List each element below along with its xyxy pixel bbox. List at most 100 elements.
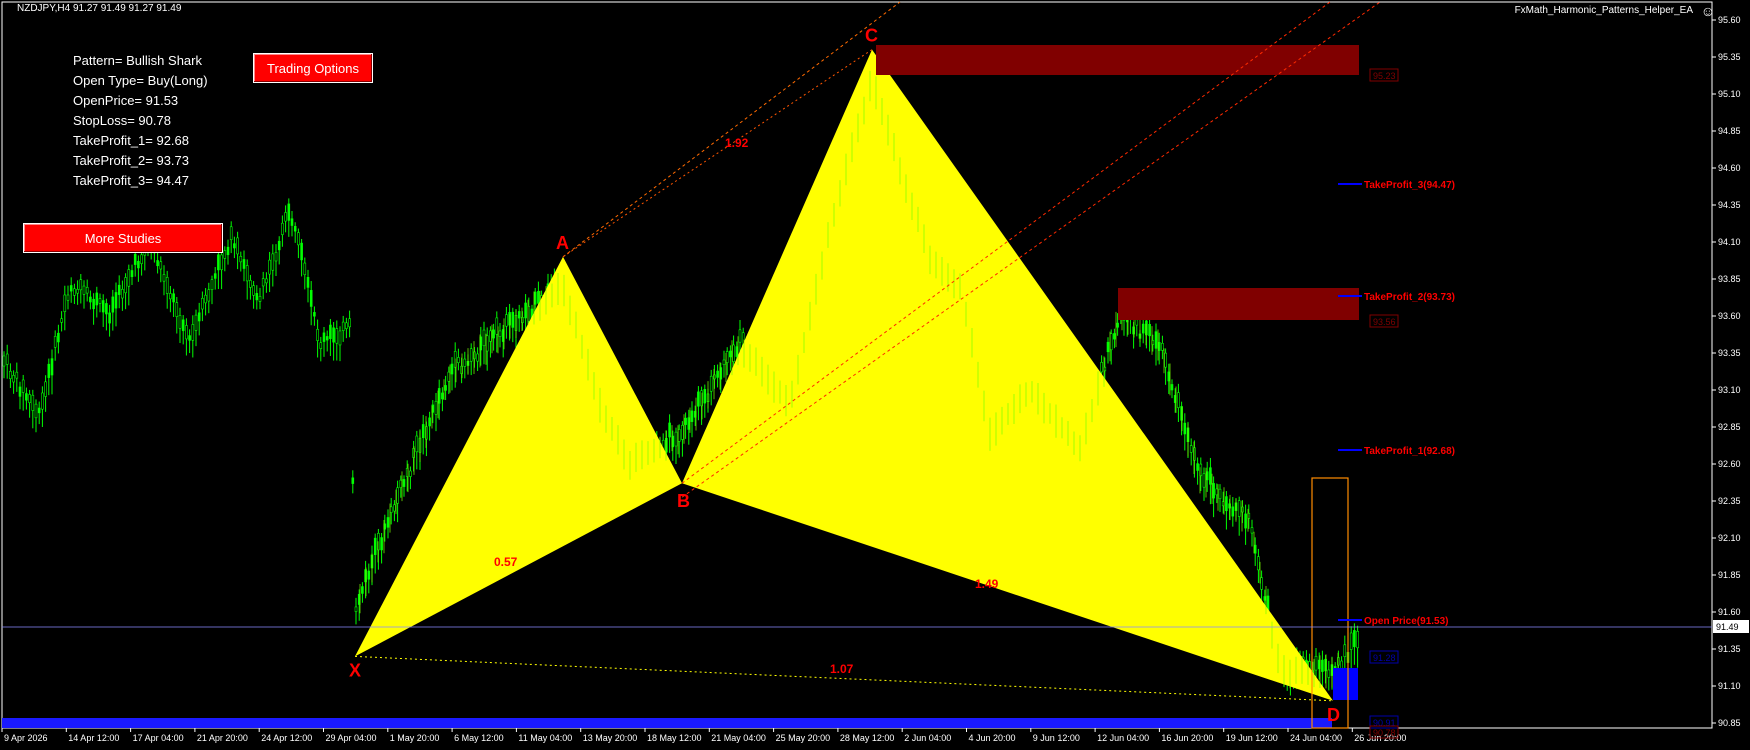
candle-body — [396, 487, 399, 504]
candle-body — [277, 240, 281, 251]
candle-body — [172, 293, 175, 303]
candle-body — [329, 324, 332, 339]
time-tick-label: 14 Apr 12:00 — [68, 733, 119, 743]
candle-body — [66, 294, 70, 301]
candle-body — [217, 254, 220, 271]
candle-body — [1170, 384, 1174, 391]
candle-body — [732, 344, 735, 362]
candle-body — [265, 278, 268, 284]
candle-body — [1164, 352, 1167, 368]
candle-body — [684, 417, 687, 425]
price-tick-label: 94.10 — [1718, 237, 1741, 247]
candle-body — [444, 385, 447, 391]
candle-body — [681, 425, 684, 440]
candle-body — [60, 318, 63, 323]
price-tick-label: 95.10 — [1718, 89, 1741, 99]
candle-body — [89, 296, 92, 303]
candle-body — [117, 284, 121, 295]
candle-body — [1209, 467, 1212, 485]
candle-body — [319, 342, 323, 349]
candle-body — [162, 274, 166, 282]
candle-body — [1183, 422, 1187, 435]
candle-body — [457, 357, 460, 363]
candle-body — [415, 435, 419, 453]
candle-body — [226, 246, 230, 256]
candle-body — [191, 324, 195, 341]
candle-body — [463, 358, 467, 367]
candle-body — [271, 253, 275, 271]
ratio-xd: 1.07 — [830, 662, 854, 676]
time-tick-label: 18 May 12:00 — [647, 733, 702, 743]
candle-body — [1177, 392, 1180, 408]
candle-body — [367, 570, 371, 580]
candle-body — [1343, 644, 1347, 657]
candle-body — [441, 392, 444, 400]
candle-body — [9, 370, 12, 379]
candle-body — [386, 517, 390, 528]
candle-body — [300, 242, 303, 261]
buy-box-blue — [1333, 668, 1358, 700]
open-price: OpenPrice= 91.53 — [73, 93, 179, 108]
candle-body — [489, 330, 492, 342]
candle-body — [498, 330, 502, 337]
candle-body — [95, 292, 99, 306]
candle-body — [31, 394, 35, 411]
level-label-tp3: TakeProfit_3(94.47) — [1364, 180, 1455, 191]
time-tick-label: 19 Jun 12:00 — [1226, 733, 1278, 743]
candle-body — [322, 332, 326, 342]
candle-body — [428, 417, 431, 427]
candle-body — [338, 330, 342, 346]
candle-body — [165, 277, 169, 294]
time-tick-label: 9 Jun 12:00 — [1033, 733, 1080, 743]
time-tick-label: 29 Apr 04:00 — [326, 733, 377, 743]
time-tick-label: 21 Apr 20:00 — [197, 733, 248, 743]
candle-body — [242, 259, 246, 269]
time-tick-label: 13 May 20:00 — [583, 733, 638, 743]
candle-body — [1196, 463, 1199, 471]
candle-body — [1327, 669, 1331, 678]
candle-body — [393, 504, 396, 512]
candle-body — [76, 289, 79, 294]
ratio-xb: 0.57 — [494, 555, 518, 569]
time-tick-label: 28 May 12:00 — [840, 733, 895, 743]
candle-body — [1141, 323, 1145, 334]
trading-options-button[interactable]: Trading Options — [253, 53, 373, 83]
candle-body — [249, 280, 252, 288]
time-tick-label: 25 May 20:00 — [776, 733, 831, 743]
candle-body — [703, 389, 707, 404]
candle-body — [325, 336, 329, 341]
symbol-label: NZDJPY,H4 91.27 91.49 91.27 91.49 — [17, 3, 182, 14]
candle-body — [293, 226, 297, 232]
candle-body — [53, 336, 57, 348]
candle-body — [156, 260, 159, 267]
candle-body — [316, 329, 319, 341]
time-tick-label: 24 Jun 04:00 — [1290, 733, 1342, 743]
candle-body — [204, 294, 207, 304]
sell-zone-mid — [1118, 288, 1359, 320]
price-chart[interactable]: 95.60 95.35 95.10 94.85 94.60 94.35 94.10 93.85… — [0, 0, 1750, 750]
candle-body — [41, 392, 44, 410]
candle-body — [1135, 319, 1139, 326]
candle-body — [133, 253, 137, 265]
candle-body — [524, 302, 527, 319]
candle-body — [482, 329, 486, 347]
candle-body — [34, 403, 38, 419]
stop-loss: StopLoss= 90.78 — [73, 113, 171, 128]
price-tick-label: 93.60 — [1718, 311, 1741, 321]
time-tick-label: 6 May 12:00 — [454, 733, 504, 743]
candle-body — [197, 312, 201, 322]
candle-body — [306, 276, 310, 288]
candle-body — [476, 353, 479, 362]
candle-body — [79, 279, 83, 291]
time-tick-label: 17 Apr 04:00 — [133, 733, 184, 743]
candle-body — [2, 355, 6, 367]
take-profit-3: TakeProfit_3= 94.47 — [73, 173, 189, 188]
price-tick-label: 93.85 — [1718, 274, 1741, 284]
candle-body — [73, 288, 76, 296]
more-studies-button[interactable]: More Studies — [23, 223, 223, 253]
candle-body — [309, 290, 313, 307]
sell-zone-top — [876, 45, 1359, 75]
pattern-triangle-bcd — [682, 49, 1333, 701]
candle-body — [1314, 656, 1318, 671]
zone-price-label-bottom_red: 90.78 — [1373, 728, 1396, 738]
